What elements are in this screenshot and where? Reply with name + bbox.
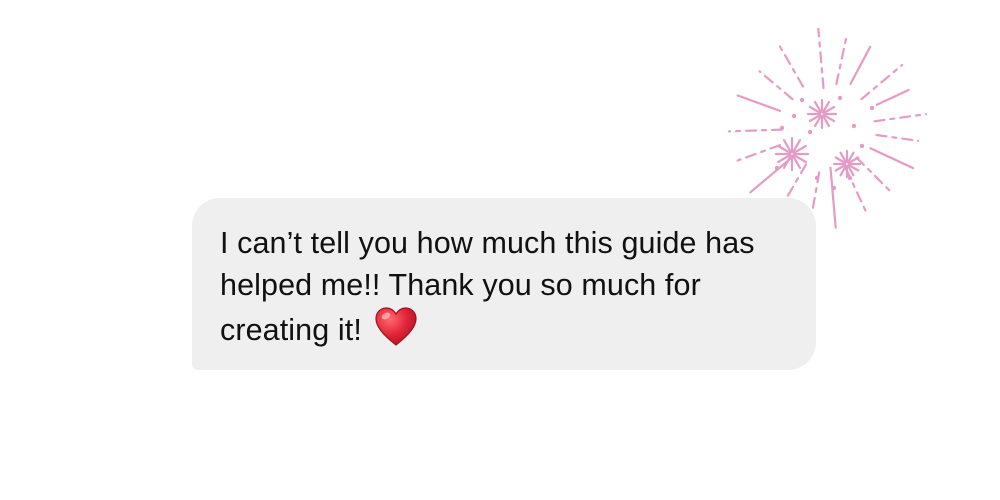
firework-ray bbox=[875, 88, 910, 106]
firework-ray bbox=[736, 94, 782, 113]
firework-ray bbox=[849, 45, 872, 86]
firework-ray bbox=[749, 157, 792, 194]
firework-dot bbox=[791, 113, 797, 119]
canvas: I can’t tell you how much this guide has… bbox=[0, 0, 1000, 500]
firework-ray bbox=[736, 143, 782, 162]
firework-ray bbox=[860, 63, 904, 101]
firework-dot bbox=[807, 129, 813, 135]
firework-ray bbox=[855, 156, 891, 192]
firework-ray bbox=[873, 112, 928, 123]
firework-ray bbox=[835, 33, 848, 86]
firework-dot bbox=[774, 165, 780, 171]
firework-dot bbox=[851, 123, 857, 129]
firework-dot bbox=[779, 125, 785, 131]
firework-ray bbox=[727, 128, 784, 133]
firework-dot bbox=[869, 105, 875, 111]
message-text: I can’t tell you how much this guide has… bbox=[220, 226, 755, 347]
firework-ray bbox=[758, 70, 794, 101]
firework-ray bbox=[777, 43, 805, 88]
message-text-block: I can’t tell you how much this guide has… bbox=[220, 222, 786, 351]
firework-dot bbox=[831, 185, 837, 191]
firework-ray bbox=[869, 147, 915, 170]
red-heart-icon bbox=[374, 306, 418, 348]
firework-ray bbox=[829, 166, 837, 229]
firework-dot bbox=[814, 175, 820, 181]
message-bubble: I can’t tell you how much this guide has… bbox=[192, 198, 816, 370]
firework-ray bbox=[817, 28, 825, 90]
firework-ray bbox=[844, 167, 867, 213]
firework-dot bbox=[799, 97, 805, 103]
firework-ray bbox=[875, 133, 920, 142]
firework-dot bbox=[837, 95, 843, 101]
firework-dot bbox=[859, 143, 865, 149]
firework-dot bbox=[847, 175, 853, 181]
